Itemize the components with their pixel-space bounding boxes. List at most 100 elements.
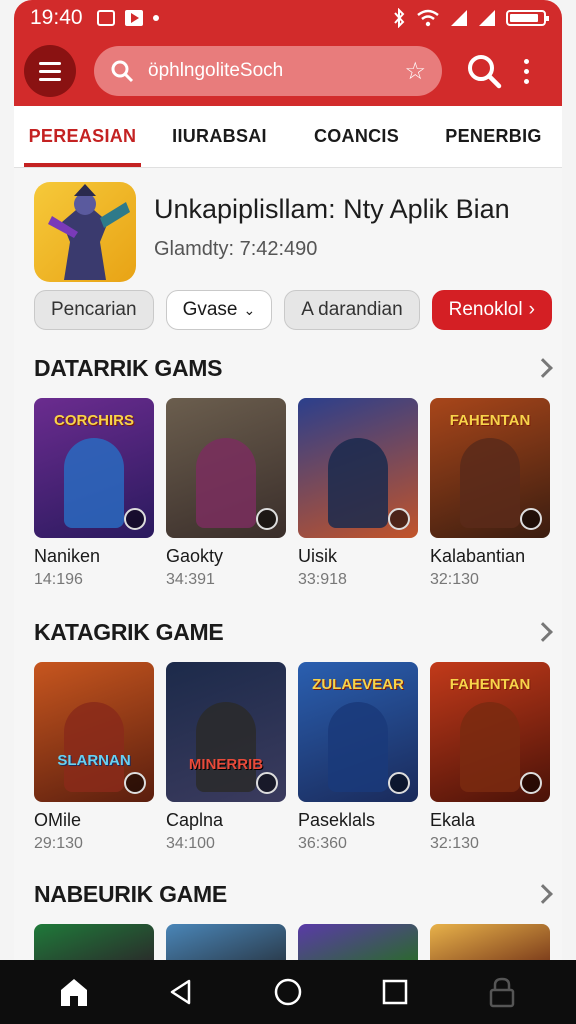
game-grid: [34, 924, 562, 960]
tab-bar: PEREASIAN IIURABSAI COANCIS PENERBIG: [14, 106, 562, 168]
tab-pereasian[interactable]: PEREASIAN: [14, 106, 151, 167]
section-katagrik-game: KATAGRIK GAME SLARNAN OMile 29:130 MINER…: [34, 614, 562, 853]
signal-icon: [451, 10, 467, 26]
game-card[interactable]: MINERRIB Caplna 34:100: [166, 662, 286, 853]
game-thumbnail: FAHENTAN: [430, 398, 550, 538]
game-card[interactable]: [34, 924, 154, 960]
game-thumbnail: ZULAEVEAR: [298, 662, 418, 802]
lock-icon: [490, 977, 515, 1008]
section-datarrik-gams: DATARRIK GAMS CORCHIRS Naniken 14:196 Ga…: [34, 350, 562, 589]
chip-renoklol-label: Renoklol: [448, 299, 523, 320]
game-card[interactable]: [298, 924, 418, 960]
chevron-down-icon: ⌄: [243, 301, 256, 318]
tab-coancis[interactable]: COANCIS: [288, 106, 425, 167]
chevron-right-icon[interactable]: [533, 622, 553, 642]
section-title: DATARRIK GAMS: [34, 354, 223, 381]
chevron-right-icon: ›: [528, 299, 535, 320]
badge-icon: [388, 508, 410, 530]
game-card[interactable]: FAHENTAN Kalabantian 32:130: [430, 398, 550, 589]
menu-button[interactable]: [24, 45, 76, 97]
section-nabeurik-game: NABEURIK GAME: [34, 876, 562, 960]
badge-icon: [388, 772, 410, 794]
menu-icon: [39, 61, 61, 65]
game-logo-text: CORCHIRS: [53, 412, 134, 429]
game-card[interactable]: FAHENTAN Ekala 32:130: [430, 662, 550, 853]
game-meta: 14:196: [34, 571, 83, 588]
lock-button[interactable]: [480, 970, 524, 1014]
search-icon: [111, 60, 134, 83]
home-icon: [60, 979, 87, 1006]
game-card[interactable]: [166, 924, 286, 960]
system-nav-bar: [0, 960, 576, 1024]
game-meta: 33:918: [298, 571, 347, 588]
game-thumbnail: MINERRIB: [166, 662, 286, 802]
section-title: KATAGRIK GAME: [34, 618, 224, 645]
star-icon[interactable]: ☆: [404, 57, 426, 86]
chip-gvase-dropdown[interactable]: Gvase ⌄: [165, 290, 273, 330]
badge-icon: [256, 772, 278, 794]
home-button[interactable]: [52, 970, 96, 1014]
circle-home-button[interactable]: [266, 970, 310, 1014]
featured-app-title[interactable]: Unkapiplisllam: Nty Aplik Bian: [154, 194, 510, 225]
game-logo-text: MINERRIB: [188, 756, 264, 773]
game-thumbnail: SLARNAN: [34, 662, 154, 802]
game-thumbnail: [166, 398, 286, 538]
status-bar: 19:40: [14, 0, 562, 36]
section-title: NABEURIK GAME: [34, 880, 227, 907]
game-logo-text: FAHENTAN: [449, 676, 531, 693]
battery-icon: [506, 10, 549, 26]
game-grid: CORCHIRS Naniken 14:196 Gaokty 34:391 Ui…: [34, 398, 562, 589]
game-card[interactable]: CORCHIRS Naniken 14:196: [34, 398, 154, 589]
game-card[interactable]: [430, 924, 550, 960]
game-thumbnail: [298, 398, 418, 538]
search-bar[interactable]: ☆: [94, 46, 442, 96]
recents-icon: [382, 979, 408, 1005]
circle-home-icon: [274, 978, 302, 1006]
main-content: Unkapiplisllam: Nty Aplik Bian Glamdty: …: [14, 168, 562, 960]
game-card[interactable]: ZULAEVEAR Paseklals 36:360: [298, 662, 418, 853]
game-name: Naniken: [34, 546, 101, 566]
game-logo-text: FAHENTAN: [449, 412, 531, 429]
chip-pencarian[interactable]: Pencarian: [34, 290, 154, 330]
game-name: Gaokty: [166, 546, 224, 566]
game-name: Kalabantian: [430, 546, 526, 566]
game-card[interactable]: SLARNAN OMile 29:130: [34, 662, 154, 853]
chip-a-darandian[interactable]: A darandian: [284, 290, 420, 330]
chevron-right-icon[interactable]: [533, 358, 553, 378]
featured-app-icon[interactable]: [34, 182, 136, 282]
game-thumbnail: [166, 924, 286, 960]
back-button[interactable]: [159, 970, 203, 1014]
search-button[interactable]: [466, 53, 502, 89]
play-store-icon: [124, 10, 143, 26]
game-name: Ekala: [430, 810, 476, 830]
chip-gvase-label: Gvase: [182, 299, 238, 320]
filter-chips: Pencarian Gvase ⌄ A darandian Renoklol ›: [34, 290, 552, 330]
search-input[interactable]: [148, 60, 398, 82]
game-grid: SLARNAN OMile 29:130 MINERRIB Caplna 34:…: [34, 662, 562, 853]
recents-button[interactable]: [373, 970, 417, 1014]
game-meta: 34:391: [166, 571, 215, 588]
game-name: Uisik: [298, 546, 337, 566]
more-vert-icon[interactable]: [524, 58, 529, 84]
badge-icon: [520, 772, 542, 794]
badge-icon: [520, 508, 542, 530]
app-bar: ☆: [14, 36, 562, 106]
bluetooth-icon: [394, 8, 405, 28]
game-thumbnail: FAHENTAN: [430, 662, 550, 802]
badge-icon: [256, 508, 278, 530]
game-card[interactable]: Uisik 33:918: [298, 398, 418, 589]
badge-icon: [124, 508, 146, 530]
game-name: Paseklals: [298, 810, 376, 830]
chip-renoklol[interactable]: Renoklol ›: [431, 290, 552, 330]
game-meta: 36:360: [298, 835, 347, 852]
game-meta: 32:130: [430, 835, 479, 852]
game-logo-text: SLARNAN: [57, 752, 131, 769]
chevron-right-icon[interactable]: [533, 884, 553, 904]
tab-iiurabsai[interactable]: IIURABSAI: [151, 106, 288, 167]
game-thumbnail: [430, 924, 550, 960]
tab-penerbig[interactable]: PENERBIG: [425, 106, 562, 167]
game-meta: 29:130: [34, 835, 83, 852]
game-card[interactable]: Gaokty 34:391: [166, 398, 286, 589]
warrior-artwork: [48, 184, 130, 280]
badge-icon: [124, 772, 146, 794]
